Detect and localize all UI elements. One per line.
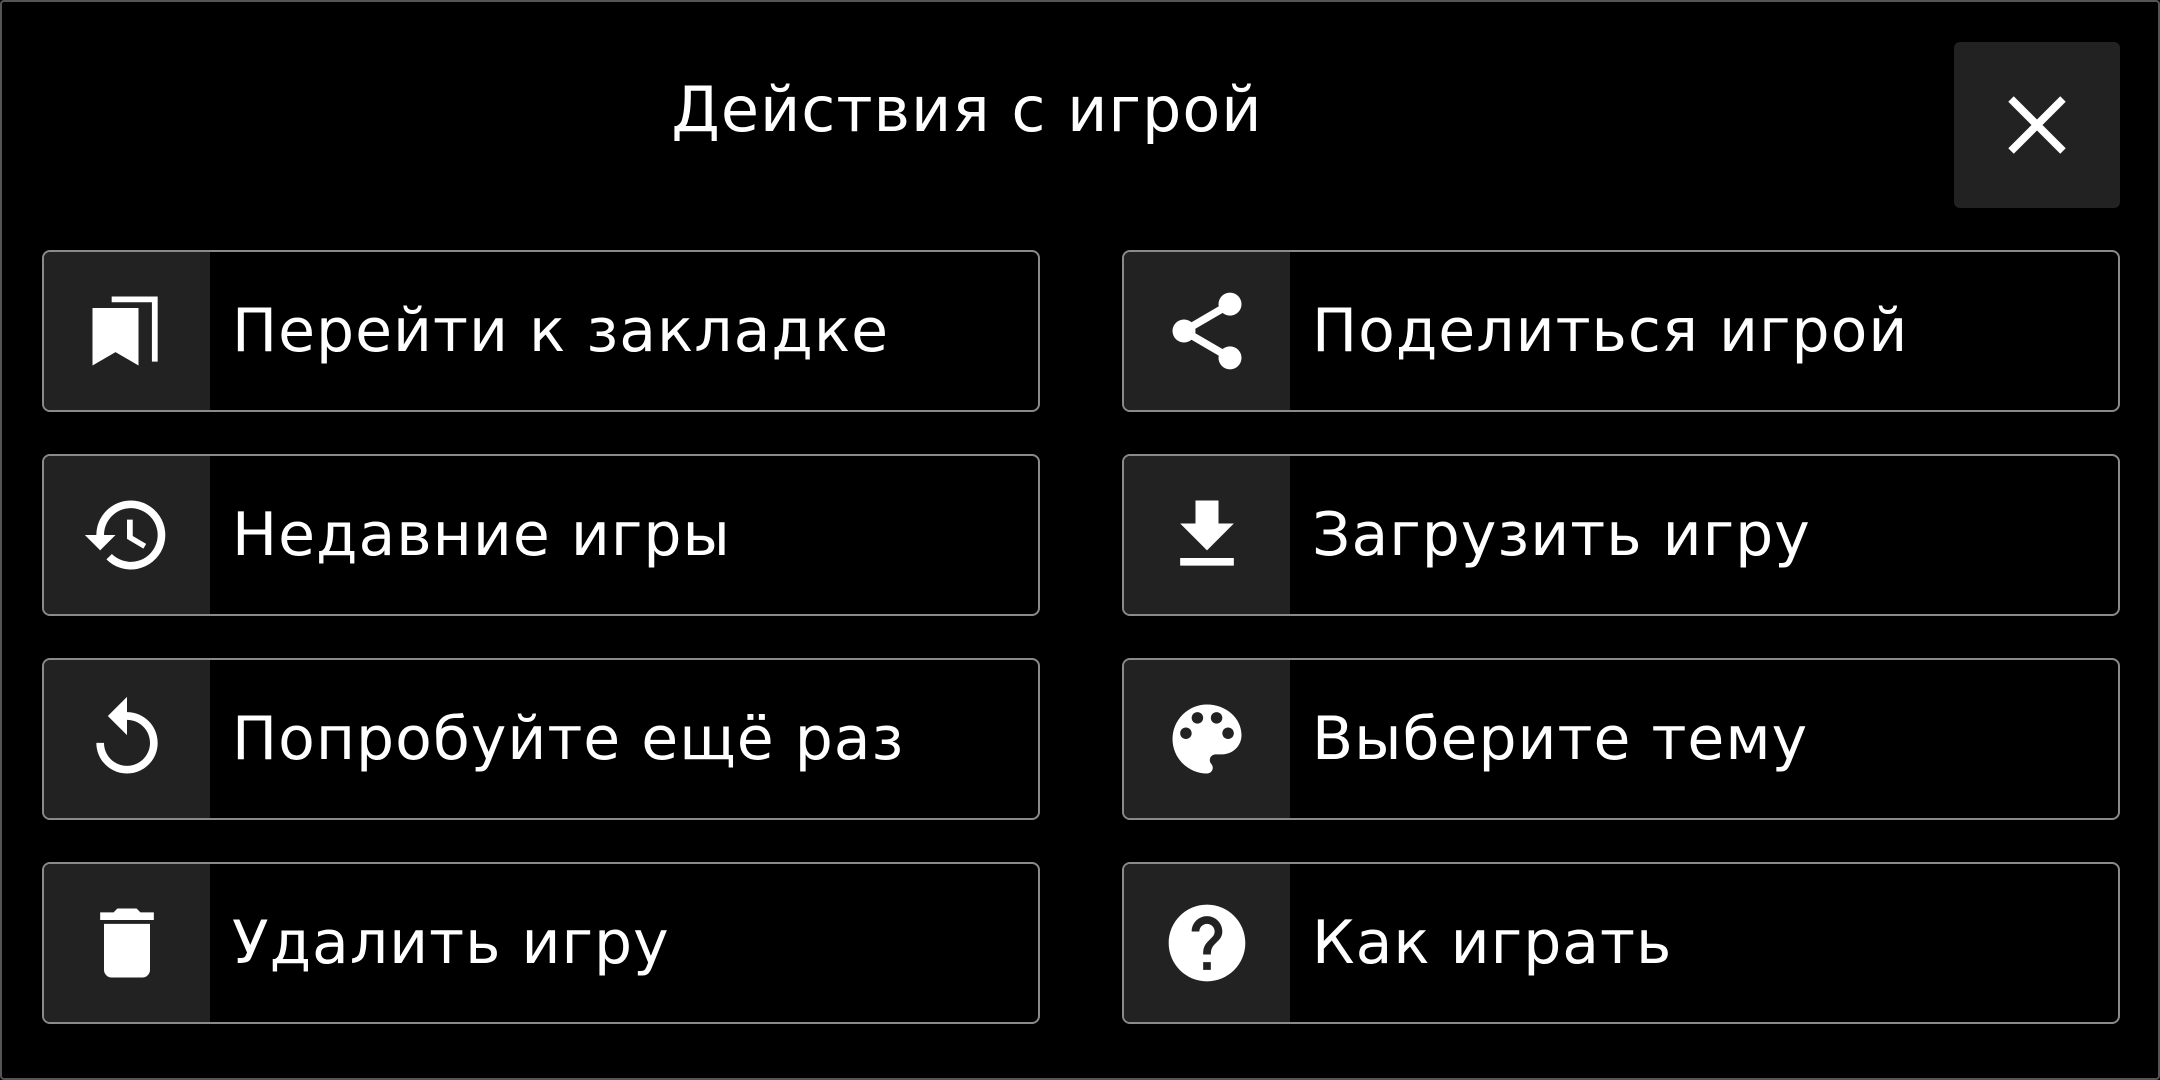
delete-game-label: Удалить игру — [232, 908, 670, 978]
history-icon — [84, 500, 166, 570]
icon-panel — [44, 456, 210, 614]
restart-icon — [96, 696, 158, 774]
recent-games-label: Недавние игры — [232, 500, 731, 570]
download-icon — [1180, 500, 1234, 566]
goto-bookmark-label: Перейти к закладке — [232, 296, 890, 366]
how-to-play-button[interactable]: Как играть — [1122, 862, 2120, 1024]
actions-grid: Перейти к закладке Поделиться игрой Неда… — [42, 250, 2120, 1024]
palette-icon — [1172, 704, 1242, 774]
choose-theme-button[interactable]: Выберите тему — [1122, 658, 2120, 820]
delete-game-button[interactable]: Удалить игру — [42, 862, 1040, 1024]
game-actions-dialog: Действия с игрой Перейти к закладке Поде… — [0, 0, 2160, 1080]
try-again-label: Попробуйте ещё раз — [232, 704, 905, 774]
how-to-play-label: Как играть — [1312, 908, 1673, 978]
share-game-button[interactable]: Поделиться игрой — [1122, 250, 2120, 412]
dialog-title: Действия с игрой — [671, 73, 1263, 146]
try-again-button[interactable]: Попробуйте ещё раз — [42, 658, 1040, 820]
goto-bookmark-button[interactable]: Перейти к закладке — [42, 250, 1040, 412]
icon-panel — [1124, 456, 1290, 614]
share-game-label: Поделиться игрой — [1312, 296, 1909, 366]
close-button[interactable] — [1954, 42, 2120, 208]
icon-panel — [44, 864, 210, 1022]
icon-panel — [44, 660, 210, 818]
load-game-button[interactable]: Загрузить игру — [1122, 454, 2120, 616]
icon-panel — [1124, 252, 1290, 410]
help-icon — [1168, 904, 1246, 982]
icon-panel — [1124, 864, 1290, 1022]
recent-games-button[interactable]: Недавние игры — [42, 454, 1040, 616]
choose-theme-label: Выберите тему — [1312, 704, 1809, 774]
share-icon — [1172, 292, 1242, 370]
trash-icon — [100, 908, 154, 978]
close-icon — [2008, 96, 2066, 154]
icon-panel — [44, 252, 210, 410]
icon-panel — [1124, 660, 1290, 818]
load-game-label: Загрузить игру — [1312, 500, 1811, 570]
bookmarks-icon — [92, 296, 158, 366]
